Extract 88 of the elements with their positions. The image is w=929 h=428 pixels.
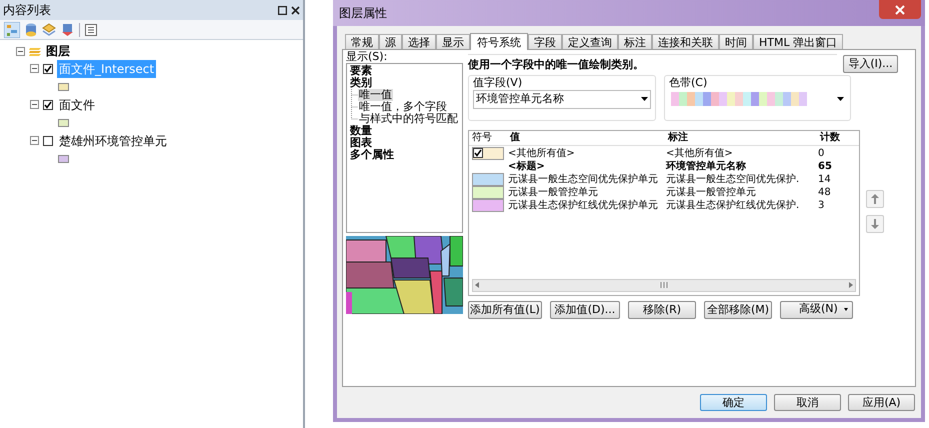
table-cell-text: 3 xyxy=(817,198,826,212)
table-cell-text: 元谋县一般生态空间优先保护. xyxy=(665,172,800,186)
tab[interactable]: 时间 xyxy=(719,34,753,49)
collapse-icon[interactable] xyxy=(30,136,39,145)
dropdown-arrow-icon xyxy=(844,308,848,311)
layers-icon[interactable] xyxy=(42,22,56,36)
dialog-title: 图层属性 xyxy=(339,5,387,22)
column-header[interactable]: 标注 xyxy=(665,130,817,145)
checkbox[interactable] xyxy=(473,148,483,158)
list-item[interactable]: 类别 xyxy=(350,77,459,89)
tab[interactable]: 常规 xyxy=(345,34,379,49)
table-cell-text: <标题> xyxy=(507,160,546,172)
tab[interactable]: HTML 弹出窗口 xyxy=(753,34,844,49)
table-cell-text: 0 xyxy=(817,146,826,160)
database-icon[interactable] xyxy=(25,22,37,36)
table-cell-text: <其他所有值> xyxy=(665,146,734,160)
table-cell-text: 65 xyxy=(817,160,833,172)
layers-icon xyxy=(29,45,42,57)
table-cell-text: 元谋县一般生态空间优先保护单元 xyxy=(507,172,659,186)
scroll-right-icon[interactable] xyxy=(849,282,853,288)
table-cell-text: 14 xyxy=(817,172,832,186)
tab[interactable]: 标注 xyxy=(618,34,652,49)
table-cell-text: 48 xyxy=(817,186,832,198)
dialog-button[interactable]: 应用(A) xyxy=(848,394,915,411)
up-arrow-icon xyxy=(871,194,879,204)
list-by-drawing-order-icon[interactable] xyxy=(4,22,20,38)
list-item[interactable]: 唯一值，多个字段 xyxy=(358,101,448,113)
table-cell-text: 元谋县生态保护红线优先保护单元 xyxy=(507,198,659,212)
table-cell-text: 环境管控单元名称 xyxy=(665,160,747,172)
checkbox[interactable] xyxy=(43,64,53,74)
field-label: 值字段(V) xyxy=(473,76,524,90)
color-ramp-dropdown[interactable] xyxy=(669,90,846,108)
collapse-icon[interactable] xyxy=(16,46,25,56)
table-cell-text: 元谋县一般管控单元 xyxy=(665,186,757,198)
collapse-icon[interactable] xyxy=(30,100,39,109)
advanced-button[interactable]: 高级(N) xyxy=(780,300,853,318)
list-item[interactable]: 图表 xyxy=(350,137,459,149)
dropdown-arrow-icon xyxy=(641,97,648,101)
down-arrow-icon xyxy=(871,218,879,228)
list-item[interactable]: 与样式中的符号匹配 xyxy=(358,113,459,125)
column-header[interactable]: 值 xyxy=(507,130,665,145)
list-item[interactable]: 唯一值 xyxy=(358,89,393,101)
import-button[interactable]: 导入(I)... xyxy=(843,54,898,73)
scroll-left-icon[interactable] xyxy=(475,282,479,288)
tab[interactable]: 选择 xyxy=(402,34,436,49)
close-icon[interactable] xyxy=(291,6,300,14)
close-icon xyxy=(895,4,905,14)
table-button[interactable]: 添加值(D)... xyxy=(550,300,620,318)
restore-icon[interactable] xyxy=(278,6,287,14)
list-by-selection-icon[interactable] xyxy=(61,22,74,36)
table-cell-text: <其他所有值> xyxy=(507,146,576,160)
table-cell-text: 元谋县一般管控单元 xyxy=(507,186,599,198)
list-item[interactable]: 要素 xyxy=(350,65,459,77)
table-cell-text: 元谋县生态保护红线优先保护. xyxy=(665,198,800,212)
field-label: 显示(S): xyxy=(346,51,388,63)
options-icon[interactable] xyxy=(85,24,97,36)
layer-group-label[interactable]: 图层 xyxy=(46,42,70,60)
tab[interactable]: 显示 xyxy=(436,34,470,49)
checkbox[interactable] xyxy=(43,136,53,146)
tab[interactable]: 符号系统 xyxy=(470,33,528,50)
description-text: 使用一个字段中的唯一值绘制类别。 xyxy=(468,54,837,74)
dropdown-value: 环境管控单元名称 xyxy=(476,90,564,107)
move-down-button[interactable] xyxy=(866,214,884,232)
layer-name[interactable]: 面文件 xyxy=(57,96,97,114)
horizontal-scrollbar[interactable] xyxy=(472,278,856,292)
column-header[interactable]: 计数 xyxy=(817,130,853,145)
table-button[interactable]: 移除(R) xyxy=(628,300,696,318)
dialog-button[interactable]: 取消 xyxy=(774,394,841,411)
table-button[interactable]: 全部移除(M) xyxy=(704,300,772,318)
collapse-icon[interactable] xyxy=(30,64,39,73)
tab[interactable]: 源 xyxy=(379,34,402,49)
column-header[interactable]: 符号 xyxy=(469,130,507,145)
panel-title: 内容列表 xyxy=(3,2,51,19)
checkbox[interactable] xyxy=(43,100,53,110)
tab[interactable]: 连接和关联 xyxy=(652,34,719,49)
dropdown-arrow-icon xyxy=(837,97,844,101)
dialog-button[interactable]: 确定 xyxy=(700,394,767,411)
value-field-dropdown[interactable]: 环境管控单元名称 xyxy=(473,90,651,108)
list-item[interactable]: 数量 xyxy=(350,125,459,137)
layer-name[interactable]: 楚雄州环境管控单元 xyxy=(57,132,169,150)
grip-icon xyxy=(660,282,668,288)
tab[interactable]: 字段 xyxy=(528,34,562,49)
field-label: 色带(C) xyxy=(669,76,708,90)
table-button[interactable]: 添加所有值(L) xyxy=(468,300,542,318)
tab[interactable]: 定义查询 xyxy=(562,34,618,49)
move-up-button[interactable] xyxy=(866,190,884,208)
close-button[interactable] xyxy=(879,0,921,19)
list-item[interactable]: 多个属性 xyxy=(350,149,459,161)
